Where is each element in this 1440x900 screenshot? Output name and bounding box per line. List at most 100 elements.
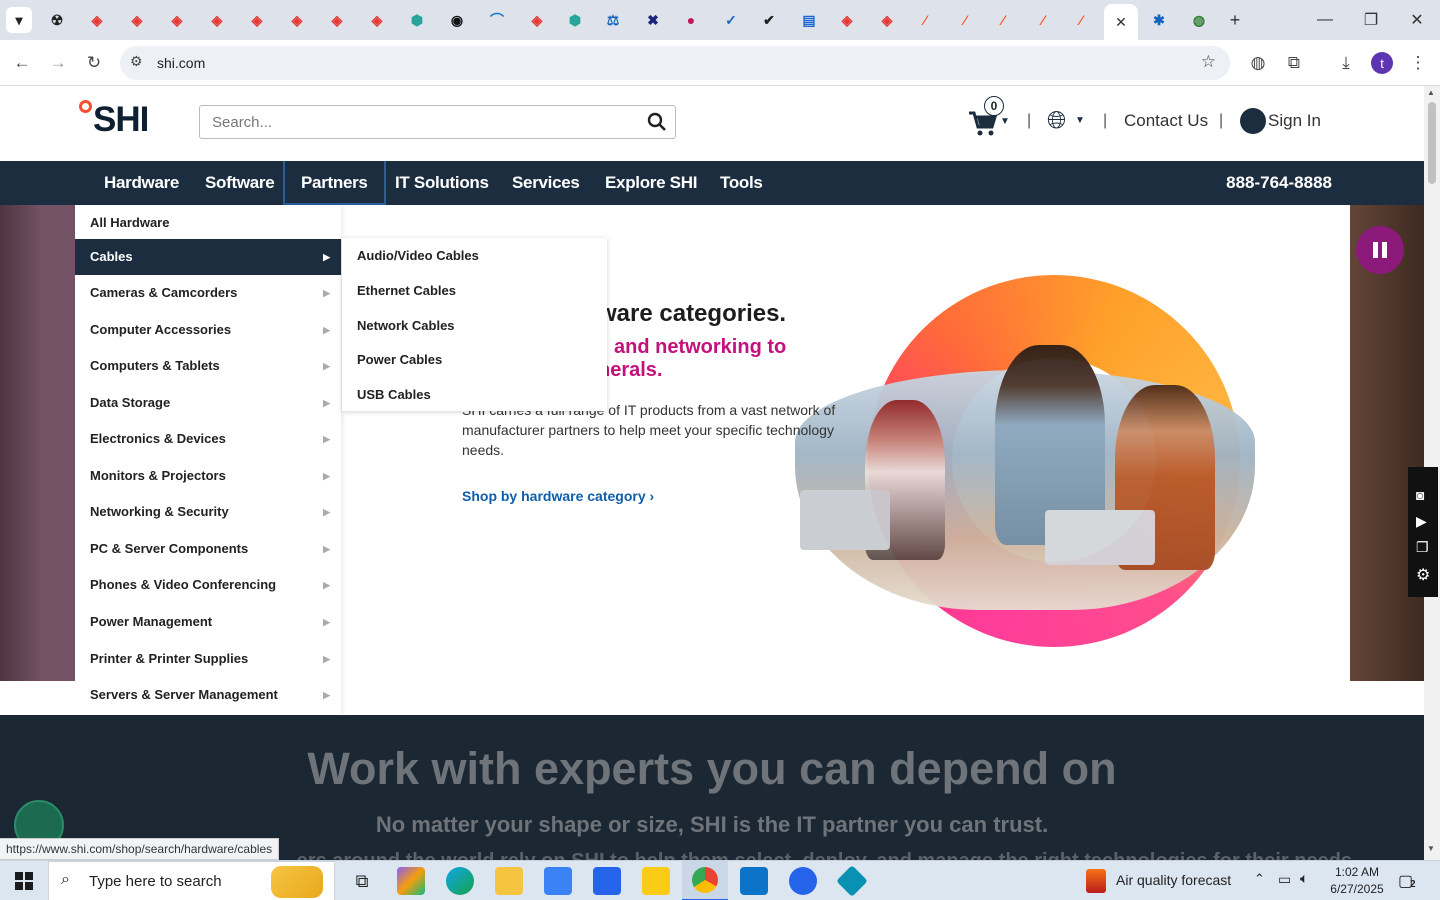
nav-software[interactable]: Software — [195, 161, 284, 205]
tab-favicon-icon[interactable]: ✔ — [756, 7, 782, 33]
tab-favicon-icon[interactable]: ◈ — [834, 7, 860, 33]
nav-it-solutions[interactable]: IT Solutions — [385, 161, 499, 205]
downloads-icon[interactable]: ⤓ — [1334, 51, 1358, 75]
tab-favicon-icon[interactable]: ⁄ — [1068, 7, 1094, 33]
tab-favicon-icon[interactable]: ⁄ — [952, 7, 978, 33]
submenu-item-av-cables[interactable]: Audio/Video Cables — [357, 248, 479, 263]
tab-favicon-icon[interactable]: ▤ — [796, 7, 822, 33]
tab-favicon-icon[interactable]: ⚖ — [600, 7, 626, 33]
menu-item-all-hardware[interactable]: All Hardware — [75, 205, 341, 241]
active-tab-close-button[interactable]: ✕ — [1104, 4, 1138, 40]
tab-favicon-icon[interactable]: ◍ — [1186, 7, 1212, 33]
nav-partners[interactable]: Partners — [283, 161, 386, 205]
tab-search-dropdown[interactable]: ▾ — [6, 7, 32, 33]
windows-start-button[interactable] — [0, 861, 48, 900]
user-icon[interactable] — [1240, 108, 1266, 134]
menu-item-cables[interactable]: Cables ▶ — [75, 239, 341, 275]
taskbar-search[interactable]: ⌕ Type here to search — [48, 861, 335, 900]
back-icon[interactable]: ← — [10, 51, 34, 75]
store-icon[interactable] — [544, 867, 572, 895]
menu-item-data-storage[interactable]: Data Storage ▶ — [75, 385, 341, 421]
phone-number[interactable]: 888-764-8888 — [1226, 173, 1332, 193]
site-info-icon[interactable]: ⚙ — [130, 53, 143, 70]
menu-item-phones-video[interactable]: Phones & Video Conferencing ▶ — [75, 567, 341, 603]
weather-widget[interactable]: Air quality forecast — [1116, 872, 1231, 888]
nav-hardware[interactable]: Hardware — [94, 161, 189, 205]
window-icon[interactable]: ❐ — [1416, 539, 1429, 556]
tab-favicon-icon[interactable]: ◈ — [164, 7, 190, 33]
video-icon[interactable]: ▶ — [1416, 513, 1427, 530]
contact-us-link[interactable]: Contact Us — [1124, 111, 1208, 131]
search-icon[interactable] — [647, 112, 667, 132]
tab-favicon-icon[interactable]: ◈ — [244, 7, 270, 33]
nav-explore-shi[interactable]: Explore SHI — [595, 161, 707, 205]
tab-favicon-icon[interactable]: ☢ — [44, 7, 70, 33]
tab-favicon-icon[interactable]: ⁄ — [1030, 7, 1056, 33]
tab-favicon-icon[interactable]: ✱ — [1146, 7, 1172, 33]
shop-by-category-link[interactable]: Shop by hardware category › — [462, 488, 654, 504]
reload-icon[interactable]: ↻ — [82, 51, 106, 75]
network-icon[interactable]: ▭ — [1278, 871, 1291, 888]
submenu-item-usb-cables[interactable]: USB Cables — [357, 387, 431, 402]
tab-favicon-icon[interactable]: ⁄ — [912, 7, 938, 33]
tab-favicon-icon[interactable]: ◈ — [874, 7, 900, 33]
menu-item-computers-tablets[interactable]: Computers & Tablets ▶ — [75, 348, 341, 384]
menu-item-monitors[interactable]: Monitors & Projectors ▶ — [75, 458, 341, 494]
tab-favicon-icon[interactable]: ◈ — [324, 7, 350, 33]
submenu-item-power-cables[interactable]: Power Cables — [357, 352, 442, 367]
zoom-icon[interactable] — [789, 867, 817, 895]
extensions-icon[interactable]: ⧉ — [1282, 51, 1306, 75]
volume-icon[interactable]: 🔈︎ — [1300, 870, 1308, 887]
address-bar[interactable]: ⚙ shi.com ☆ — [120, 46, 1230, 80]
app-icon[interactable] — [836, 865, 868, 897]
tab-favicon-icon[interactable]: ✖ — [640, 7, 666, 33]
settings-icon[interactable]: ⚙ — [1416, 565, 1430, 585]
tab-favicon-icon[interactable]: ● — [678, 7, 704, 33]
bookmark-star-icon[interactable]: ☆ — [1201, 52, 1216, 72]
sign-in-link[interactable]: Sign In — [1268, 111, 1321, 131]
menu-item-networking[interactable]: Networking & Security ▶ — [75, 494, 341, 530]
tab-favicon-icon[interactable]: ◈ — [204, 7, 230, 33]
restore-icon[interactable]: ❐ — [1356, 8, 1386, 32]
menu-item-cameras[interactable]: Cameras & Camcorders ▶ — [75, 275, 341, 311]
nav-services[interactable]: Services — [502, 161, 590, 205]
menu-item-servers[interactable]: Servers & Server Management ▶ — [75, 677, 341, 713]
sticky-notes-icon[interactable] — [642, 867, 670, 895]
close-window-icon[interactable]: ✕ — [1402, 8, 1432, 32]
tab-favicon-icon[interactable]: ◈ — [84, 7, 110, 33]
language-selector[interactable]: 🌐︎ ▼ — [1047, 107, 1087, 137]
scroll-down-icon[interactable]: ▼ — [1427, 844, 1435, 853]
translate-extension-icon[interactable]: ◍ — [1246, 51, 1270, 75]
notifications-button[interactable]: ▢ 2 — [1398, 869, 1422, 893]
task-view-icon[interactable]: ⧉ — [348, 867, 376, 895]
minimize-icon[interactable]: — — [1310, 8, 1340, 32]
menu-item-computer-accessories[interactable]: Computer Accessories ▶ — [75, 312, 341, 348]
tab-favicon-icon[interactable]: ◉ — [444, 7, 470, 33]
tab-favicon-icon[interactable]: ⬢ — [404, 7, 430, 33]
tab-favicon-icon[interactable]: ⁄ — [990, 7, 1016, 33]
copilot-icon[interactable] — [397, 867, 425, 895]
pause-button[interactable] — [1356, 226, 1404, 274]
nav-tools[interactable]: Tools — [710, 161, 773, 205]
profile-avatar[interactable]: t — [1371, 52, 1393, 74]
edge-icon[interactable] — [446, 867, 474, 895]
tab-favicon-icon[interactable]: ✓ — [718, 7, 744, 33]
menu-item-electronics[interactable]: Electronics & Devices ▶ — [75, 421, 341, 457]
vscode-icon[interactable] — [740, 867, 768, 895]
mail-icon[interactable] — [593, 867, 621, 895]
camera-icon[interactable]: ◙ — [1416, 487, 1424, 503]
tab-favicon-icon[interactable]: ◈ — [524, 7, 550, 33]
tab-favicon-icon[interactable]: ◈ — [284, 7, 310, 33]
scroll-up-icon[interactable]: ▲ — [1427, 88, 1435, 97]
url-text[interactable]: shi.com — [157, 55, 205, 71]
scroll-thumb[interactable] — [1428, 102, 1436, 184]
chrome-taskbar-button[interactable] — [682, 861, 728, 900]
search-input[interactable] — [212, 114, 612, 131]
submenu-item-network-cables[interactable]: Network Cables — [357, 318, 455, 333]
tab-favicon-icon[interactable]: ⬢ — [562, 7, 588, 33]
file-explorer-icon[interactable] — [495, 867, 523, 895]
tab-favicon-icon[interactable]: ◈ — [364, 7, 390, 33]
menu-item-pc-server-components[interactable]: PC & Server Components ▶ — [75, 531, 341, 567]
menu-kebab-icon[interactable]: ⋮ — [1406, 51, 1430, 75]
cart-button[interactable]: 0 ▼ — [968, 96, 1012, 140]
